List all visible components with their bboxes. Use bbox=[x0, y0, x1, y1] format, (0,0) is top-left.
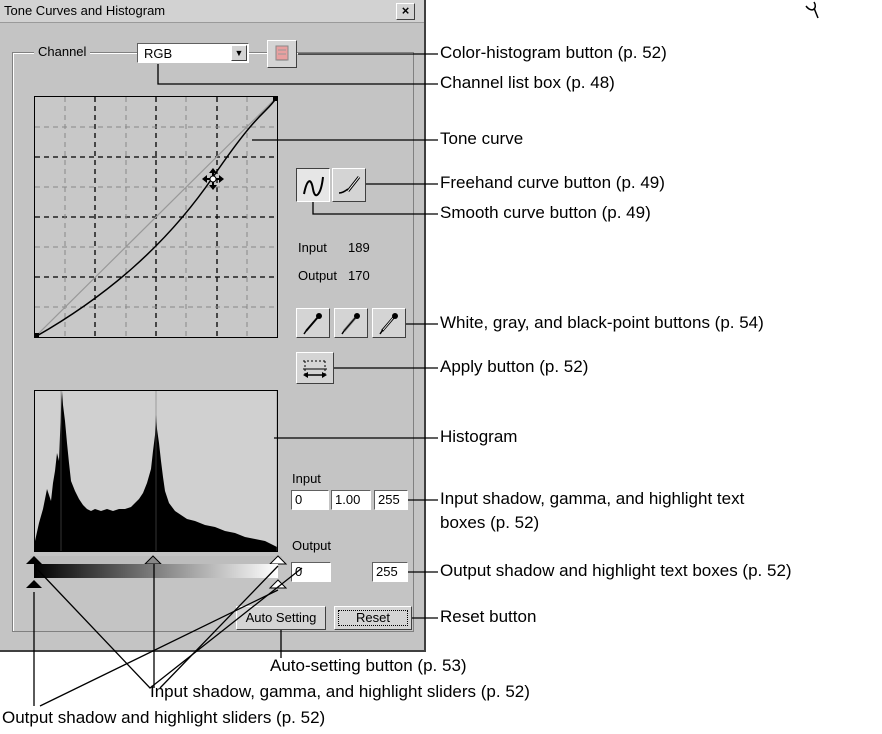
callout-auto-setting: Auto-setting button (p. 53) bbox=[270, 656, 467, 675]
callout-point-buttons: White, gray, and black-point buttons (p.… bbox=[440, 313, 764, 332]
leader-input-slider-1 bbox=[37, 567, 303, 689]
callout-input-boxes-line1: Input shadow, gamma, and highlight text bbox=[440, 489, 745, 508]
callout-channel-list: Channel list box (p. 48) bbox=[440, 73, 615, 92]
leader-channel-list bbox=[157, 64, 438, 85]
callout-output-sliders: Output shadow and highlight sliders (p. … bbox=[2, 708, 326, 727]
leader-input-slider-3 bbox=[159, 565, 279, 689]
callout-apply: Apply button (p. 52) bbox=[440, 357, 589, 376]
leader-smooth bbox=[312, 202, 438, 215]
callout-freehand: Freehand curve button (p. 49) bbox=[440, 173, 665, 192]
callout-color-histogram: Color-histogram button (p. 52) bbox=[440, 43, 667, 62]
callout-input-sliders: Input shadow, gamma, and highlight slide… bbox=[150, 682, 530, 701]
callout-reset: Reset button bbox=[440, 607, 537, 626]
callout-tone-curve: Tone curve bbox=[440, 129, 524, 148]
decorative-mark bbox=[805, 1, 819, 19]
callout-histogram: Histogram bbox=[440, 427, 518, 446]
callout-smooth: Smooth curve button (p. 49) bbox=[440, 203, 651, 222]
callout-output-boxes: Output shadow and highlight text boxes (… bbox=[440, 561, 792, 580]
callout-input-boxes-line2: boxes (p. 52) bbox=[440, 513, 540, 532]
